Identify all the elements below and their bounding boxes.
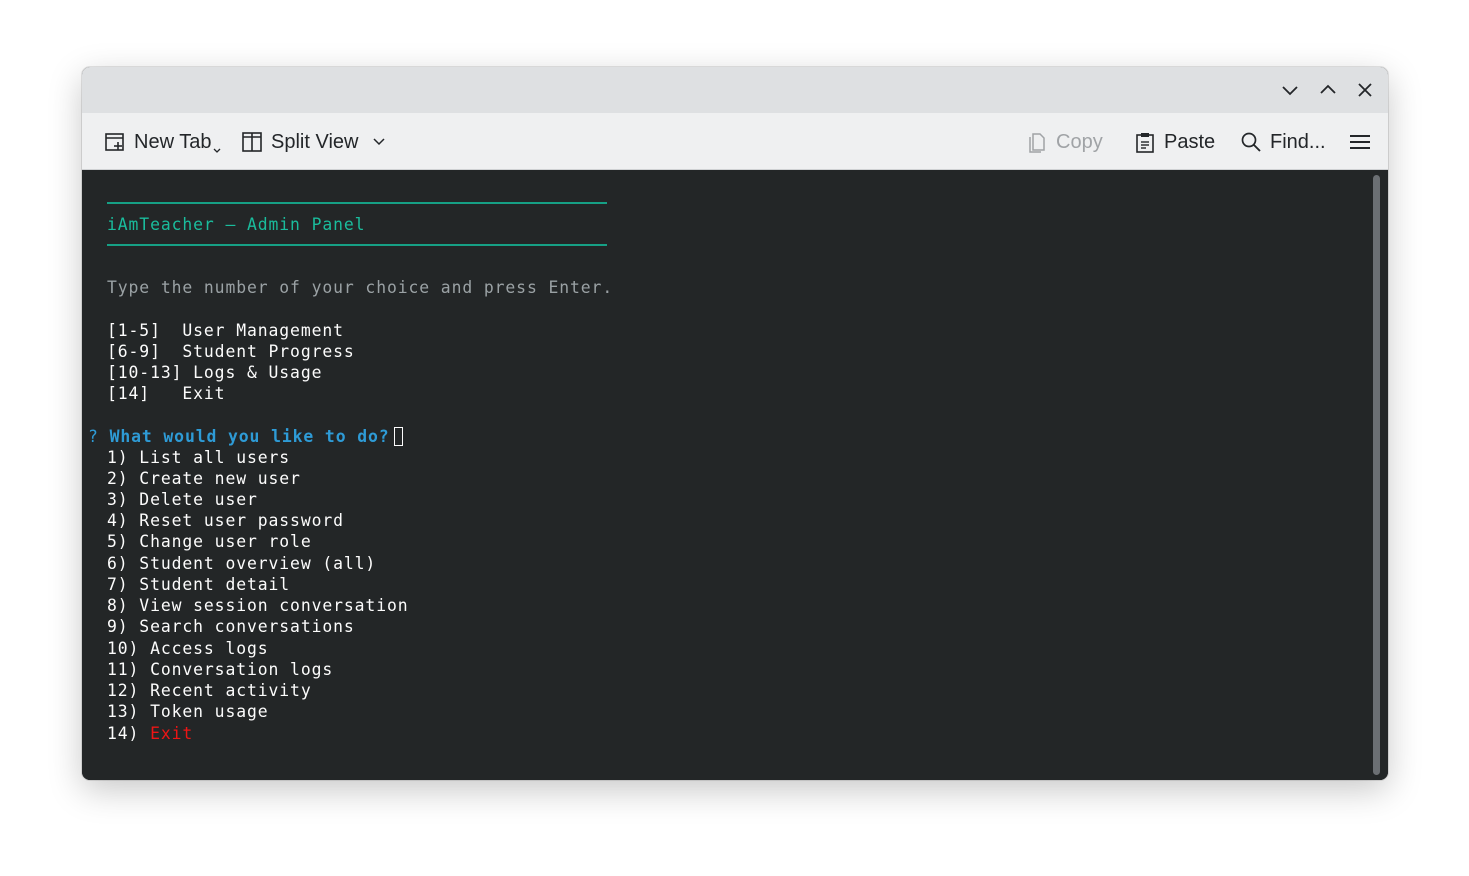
new-tab-label: New Tab bbox=[134, 130, 212, 153]
prompt-mark: ? bbox=[88, 427, 99, 446]
exit-number: 14) bbox=[107, 724, 140, 743]
copy-icon bbox=[1029, 133, 1045, 153]
find-button[interactable]: Find... bbox=[1240, 125, 1326, 159]
exit-label: Exit bbox=[150, 724, 194, 743]
hamburger-menu-icon bbox=[1350, 135, 1370, 149]
maximize-button[interactable] bbox=[1313, 75, 1343, 105]
menu-item[interactable]: 13) Token usage bbox=[107, 702, 269, 722]
chevron-down-icon bbox=[373, 138, 385, 146]
split-view-icon bbox=[242, 132, 262, 152]
paste-button[interactable]: Paste bbox=[1134, 125, 1215, 159]
menu-item[interactable]: 8) View session conversation bbox=[107, 596, 409, 616]
menu-item[interactable]: 10) Access logs bbox=[107, 639, 269, 659]
menu-item[interactable]: 5) Change user role bbox=[107, 532, 312, 552]
copy-label: Copy bbox=[1056, 130, 1103, 153]
paste-icon bbox=[1136, 133, 1154, 153]
minimize-button[interactable] bbox=[1275, 75, 1305, 105]
title-bar bbox=[82, 67, 1388, 113]
header-rule-top bbox=[107, 202, 607, 204]
scrollbar[interactable] bbox=[1373, 175, 1380, 775]
hamburger-menu-button[interactable] bbox=[1349, 125, 1371, 159]
menu-item[interactable]: 9) Search conversations bbox=[107, 617, 355, 637]
chevron-up-icon bbox=[1320, 84, 1336, 94]
new-tab-button[interactable]: New Tab bbox=[104, 125, 221, 159]
prompt-line: ? What would you like to do? bbox=[88, 427, 403, 447]
toolbar: New Tab Split View Copy Paste Find... bbox=[82, 113, 1388, 170]
menu-item-exit[interactable]: 14) Exit bbox=[107, 724, 193, 744]
menu-item[interactable]: 7) Student detail bbox=[107, 575, 290, 595]
text-cursor[interactable] bbox=[393, 427, 403, 446]
search-icon bbox=[1241, 132, 1261, 152]
close-button[interactable] bbox=[1350, 75, 1380, 105]
menu-item[interactable]: 3) Delete user bbox=[107, 490, 258, 510]
category-line: [6-9] Student Progress bbox=[107, 342, 355, 361]
split-view-button[interactable]: Split View bbox=[241, 125, 386, 159]
find-label: Find... bbox=[1270, 130, 1326, 153]
terminal-window: New Tab Split View Copy Paste Find... iA… bbox=[82, 67, 1388, 780]
category-line: [14] Exit bbox=[107, 384, 226, 403]
menu-item[interactable]: 6) Student overview (all) bbox=[107, 554, 376, 574]
category-line: [10-13] Logs & Usage bbox=[107, 363, 323, 382]
copy-button[interactable]: Copy bbox=[1026, 125, 1103, 159]
menu-item[interactable]: 4) Reset user password bbox=[107, 511, 344, 531]
split-view-label: Split View bbox=[271, 130, 359, 153]
new-tab-dropdown-indicator-icon bbox=[213, 148, 221, 153]
instruction-text: Type the number of your choice and press… bbox=[107, 278, 614, 297]
terminal-output[interactable]: iAmTeacher — Admin Panel Type the number… bbox=[82, 170, 1388, 780]
new-tab-icon bbox=[105, 133, 124, 151]
prompt-question: What would you like to do? bbox=[109, 427, 390, 446]
close-icon bbox=[1358, 83, 1372, 97]
menu-item[interactable]: 11) Conversation logs bbox=[107, 660, 333, 680]
menu-item[interactable]: 1) List all users bbox=[107, 448, 290, 468]
header-title: iAmTeacher — Admin Panel bbox=[107, 215, 366, 234]
chevron-down-icon bbox=[1282, 86, 1298, 96]
category-line: [1-5] User Management bbox=[107, 321, 344, 340]
header-rule-bottom bbox=[107, 244, 607, 246]
menu-item[interactable]: 2) Create new user bbox=[107, 469, 301, 489]
menu-item[interactable]: 12) Recent activity bbox=[107, 681, 312, 701]
paste-label: Paste bbox=[1164, 130, 1216, 153]
